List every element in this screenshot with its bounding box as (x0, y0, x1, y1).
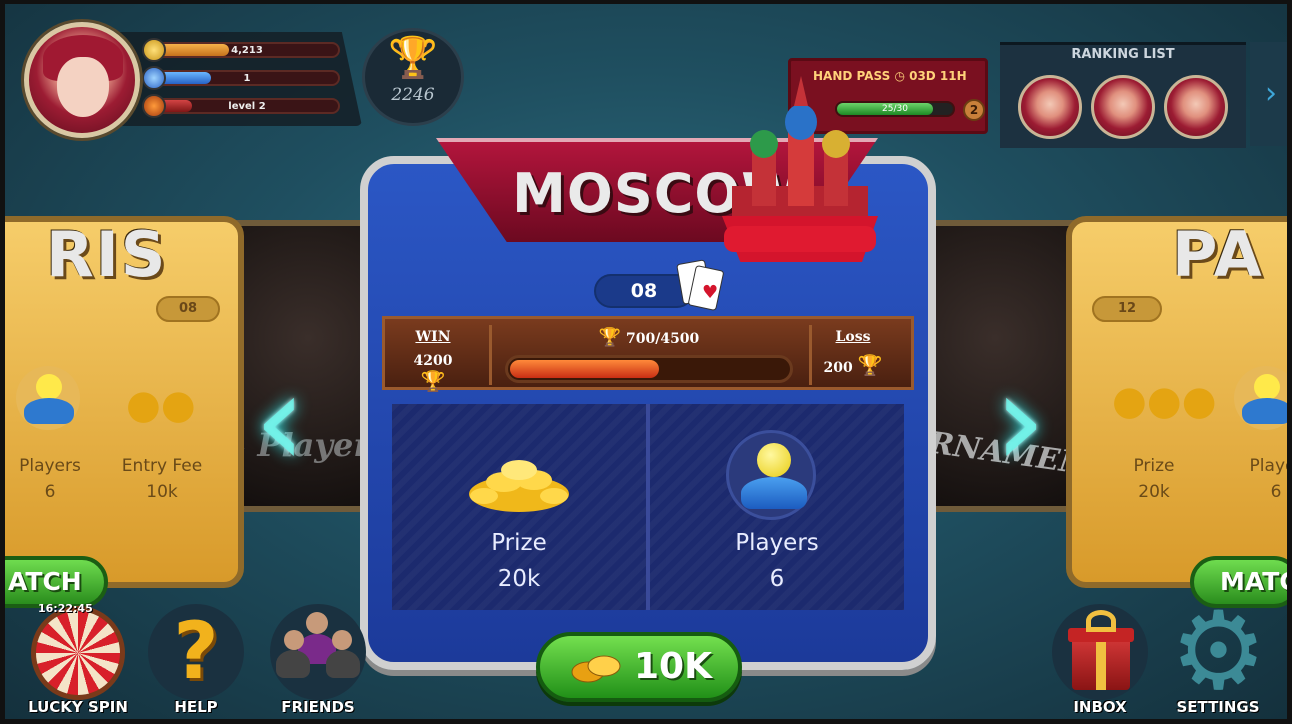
gear-icon: ⚙ (1170, 589, 1267, 714)
trophy-progress-text: 700/4500 (625, 331, 700, 347)
settings-button[interactable]: ⚙ SETTINGS (1158, 589, 1278, 724)
trophy-icon: 🏆 (388, 35, 438, 81)
prize-panel: Prize 20k (392, 404, 646, 610)
gems-bar: 1 (142, 66, 340, 90)
profile-stats-panel: 4,213 1 level 2 (110, 32, 362, 126)
kremlin-icon (722, 76, 878, 262)
gift-box-icon (1052, 604, 1148, 700)
paris-left-card[interactable]: RIS 08 Players 6 ●● Entry Fee 10k (0, 216, 244, 588)
settings-label: SETTINGS (1176, 698, 1260, 716)
ranking-avatar[interactable] (1091, 75, 1155, 139)
prize-value: 20k (497, 566, 541, 592)
right-players-label: Player (1249, 456, 1292, 476)
help-label: HELP (174, 698, 218, 716)
ranking-list-title: RANKING LIST (1071, 47, 1175, 62)
loss-value: 200 (823, 360, 853, 376)
clock-icon: ◷ (894, 69, 910, 83)
entry-fee-play-button[interactable]: 10K (536, 632, 742, 702)
right-prize-label: Prize (1133, 456, 1175, 476)
gem-icon (142, 66, 166, 90)
level-value: level 2 (228, 101, 266, 112)
ranking-avatar[interactable] (1018, 75, 1082, 139)
coins-icon: ●●● (1112, 378, 1217, 424)
gems-value: 1 (243, 73, 251, 84)
coins-value: 4,213 (231, 45, 263, 56)
spin-timer: 16:22:45 (38, 602, 93, 615)
trophy-count: 2246 (391, 85, 435, 105)
left-fee-value: 10k (146, 482, 178, 502)
trophy-count-badge[interactable]: 🏆 2246 (362, 28, 464, 126)
coins-icon (571, 655, 621, 683)
entry-fee-value: 10K (634, 646, 712, 687)
inbox-button[interactable]: INBOX (1040, 604, 1160, 724)
playing-cards-icon: ♥ (676, 259, 724, 311)
prize-label: Prize (491, 530, 547, 556)
svg-text:♥: ♥ (702, 282, 718, 303)
inbox-label: INBOX (1073, 698, 1127, 716)
left-card-level-pill: 08 (156, 296, 220, 322)
friends-button[interactable]: FRIENDS (258, 604, 378, 724)
help-button[interactable]: ? HELP (136, 604, 256, 724)
ranking-avatar[interactable] (1164, 75, 1228, 139)
xp-icon (142, 94, 166, 118)
left-card-title: RIS (46, 218, 168, 291)
trophy-icon: 🏆 (598, 327, 622, 348)
next-arrow-button[interactable]: › (980, 355, 1060, 490)
players-panel: Players 6 (650, 404, 904, 610)
player-icon (16, 366, 80, 430)
trophy-icon: 🏆 (857, 353, 883, 377)
right-card-level-pill: 12 (1092, 296, 1162, 322)
score-band: WIN 4200 🏆 🏆 700/4500 Loss 200 🏆 (382, 316, 914, 393)
friends-icon (270, 604, 366, 700)
coin-icon (142, 38, 166, 62)
left-fee-label: Entry Fee (121, 456, 203, 476)
gold-coins-icon (469, 460, 569, 512)
question-icon: ? (148, 604, 244, 700)
player-avatar[interactable] (24, 22, 140, 138)
player-icon (1234, 366, 1292, 430)
right-prize-value: 20k (1138, 482, 1170, 502)
loss-label: Loss (835, 329, 871, 345)
win-value: 4200 (413, 353, 453, 369)
hand-pass-level: 2 (963, 99, 985, 121)
coins-icon: ●● (126, 382, 196, 428)
left-players-label: Players (19, 456, 81, 476)
trophy-progress-bar (505, 355, 793, 383)
win-label: WIN (415, 329, 451, 345)
players-value: 6 (769, 566, 785, 592)
ranking-list-panel[interactable]: RANKING LIST (1000, 42, 1246, 148)
player-icon (726, 430, 816, 520)
lucky-spin-button[interactable]: LUCKY SPIN (18, 604, 138, 724)
coins-bar: 4,213 (142, 38, 340, 62)
right-card-title: PA (1172, 218, 1264, 291)
trophy-icon: 🏆 (420, 369, 446, 393)
right-players-value: 6 (1270, 482, 1282, 502)
friends-label: FRIENDS (281, 698, 355, 716)
lucky-spin-label: LUCKY SPIN (28, 698, 128, 716)
players-label: Players (735, 530, 819, 556)
spin-wheel-icon (31, 606, 125, 700)
prev-arrow-button[interactable]: ‹ (240, 355, 320, 490)
level-bar: level 2 (142, 94, 340, 118)
left-match-button[interactable]: ATCH (0, 556, 108, 608)
hand-pass-timer: 03D 11H (909, 69, 967, 83)
ranking-next-button[interactable]: › (1250, 42, 1292, 146)
left-players-value: 6 (44, 482, 56, 502)
paris-right-card[interactable]: PA 12 ●●● Prize 20k Player 6 (1066, 216, 1292, 588)
